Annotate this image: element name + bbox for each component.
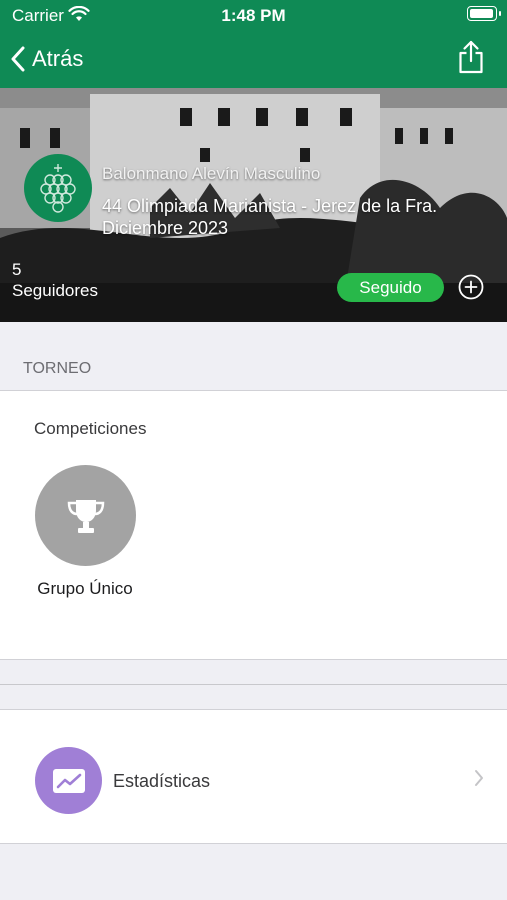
competitions-title: Competiciones	[34, 419, 147, 438]
competition-label[interactable]: Grupo Único	[16, 579, 154, 599]
trophy-icon	[67, 499, 104, 533]
followers-count: 5	[12, 260, 22, 279]
followers-label: Seguidores	[12, 281, 99, 300]
competitions-card: Competiciones Grupo Único	[0, 391, 507, 660]
section-header: TORNEO	[0, 322, 507, 391]
team-name: Balonmano Alevín Masculino	[102, 164, 321, 183]
status-bar: Carrier 1:48 PM	[0, 0, 507, 30]
back-label: Atrás	[32, 46, 84, 71]
section-header-label: TORNEO	[23, 360, 92, 377]
chevron-right-icon	[473, 768, 485, 793]
tournament-name: 44 Olimpiada Marianista - Jerez de la Fr…	[102, 196, 438, 216]
stats-label: Estadísticas	[113, 771, 211, 791]
tournament-date: Diciembre 2023	[102, 218, 229, 238]
club-logo	[24, 154, 92, 222]
stats-row[interactable]: Estadísticas	[0, 709, 507, 844]
add-circle-icon[interactable]	[458, 274, 484, 305]
tournament-header: Balonmano Alevín Masculino 44 Olimpiada …	[0, 88, 507, 322]
top-bar: Carrier 1:48 PM Atrás	[0, 0, 507, 88]
clock: 1:48 PM	[221, 6, 286, 25]
divider	[0, 684, 507, 685]
battery-icon	[467, 6, 501, 21]
grapes-logo-icon	[40, 164, 76, 213]
share-icon[interactable]	[457, 40, 485, 79]
back-button[interactable]: Atrás	[10, 44, 83, 74]
chart-line-icon	[52, 768, 85, 793]
competition-item[interactable]	[35, 465, 136, 566]
stats-icon-circle	[35, 747, 102, 814]
chevron-left-icon	[11, 46, 25, 72]
follow-button[interactable]: Seguido	[337, 273, 444, 302]
